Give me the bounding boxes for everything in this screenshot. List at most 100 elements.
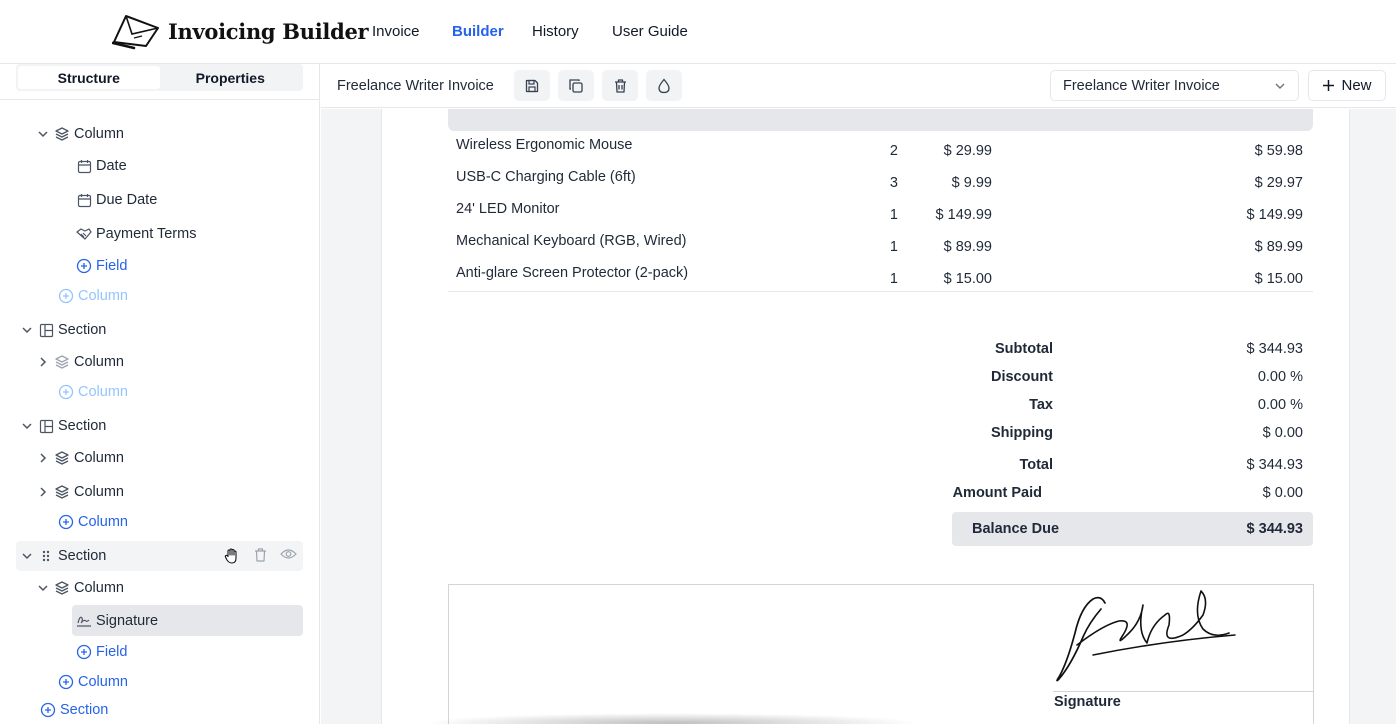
template-name: Freelance Writer Invoice — [337, 78, 494, 94]
tree-label: Signature — [96, 612, 159, 629]
table-row[interactable]: USB-C Charging Cable (6ft) 3 $ 9.99 $ 29… — [448, 164, 1313, 196]
nav-history[interactable]: History — [532, 23, 579, 40]
signature-section[interactable]: Signature — [448, 584, 1314, 724]
layers-icon — [54, 580, 70, 596]
add-label: Section — [60, 702, 109, 718]
invoice-canvas: Wireless Ergonomic Mouse 2 $ 29.99 $ 59.… — [321, 109, 1396, 724]
tree-column[interactable]: Column — [36, 574, 124, 602]
amount-paid-label: Amount Paid — [952, 485, 1042, 501]
tab-properties[interactable]: Properties — [160, 66, 302, 89]
chevron-right-icon[interactable] — [36, 485, 50, 499]
layers-icon — [54, 354, 70, 370]
table-row[interactable]: Anti-glare Screen Protector (2-pack) 1 $… — [448, 260, 1313, 292]
add-column-button[interactable]: Column — [58, 668, 128, 696]
chevron-down-icon[interactable] — [20, 419, 34, 433]
trash-icon[interactable] — [253, 547, 268, 569]
row-actions — [223, 547, 297, 569]
tree-column[interactable]: Column — [36, 120, 124, 148]
table-row[interactable]: Wireless Ergonomic Mouse 2 $ 29.99 $ 59.… — [448, 132, 1313, 164]
top-nav: Invoicing Builder Invoice Builder Histor… — [0, 0, 1396, 64]
tree-label: Due Date — [96, 192, 158, 208]
invoice-paper: Wireless Ergonomic Mouse 2 $ 29.99 $ 59.… — [381, 109, 1350, 724]
chevron-right-icon[interactable] — [36, 451, 50, 465]
signature-image — [1056, 590, 1236, 682]
chevron-down-icon[interactable] — [20, 323, 34, 337]
builder-toolbar: Freelance Writer Invoice Freelance Write… — [321, 64, 1396, 108]
copy-icon — [569, 78, 583, 93]
chevron-down-icon[interactable] — [36, 581, 50, 595]
tree-label: Date — [96, 158, 127, 174]
tree-field-payment-terms[interactable]: Payment Terms — [76, 220, 196, 248]
delete-button[interactable] — [602, 70, 638, 101]
chevron-right-icon[interactable] — [36, 355, 50, 369]
tree-label: Section — [58, 548, 107, 564]
template-select[interactable]: Freelance Writer Invoice — [1050, 70, 1299, 101]
item-description: Wireless Ergonomic Mouse — [456, 137, 633, 153]
nav-builder[interactable]: Builder — [452, 23, 504, 40]
signature-label: Signature — [1054, 694, 1121, 710]
app-logo[interactable]: Invoicing Builder — [112, 8, 369, 54]
chevron-down-icon[interactable] — [20, 549, 34, 563]
tree-column[interactable]: Column — [36, 444, 124, 472]
app-title: Invoicing Builder — [168, 18, 369, 44]
new-button-label: New — [1341, 77, 1372, 94]
plus-circle-icon — [76, 258, 92, 274]
balance-due-row: Balance Due $ 344.93 — [952, 512, 1313, 546]
panel-tabs: Structure Properties — [16, 64, 303, 91]
add-field-button[interactable]: Field — [76, 638, 127, 666]
tree-section[interactable]: Section — [20, 316, 106, 344]
add-section-button[interactable]: Section — [40, 696, 108, 724]
add-label: Field — [96, 258, 128, 274]
tree-label: Column — [74, 354, 124, 370]
new-button[interactable]: New — [1308, 70, 1386, 101]
add-field-button[interactable]: Field — [76, 252, 127, 280]
add-column-button[interactable]: Column — [58, 378, 128, 406]
tree-label: Section — [58, 322, 107, 338]
tree-label: Column — [74, 450, 124, 466]
item-rate: $ 89.99 — [943, 239, 992, 255]
eye-icon[interactable] — [280, 547, 297, 569]
tree-section-hovered[interactable]: Section — [16, 541, 303, 571]
balance-due-label: Balance Due — [972, 521, 1060, 537]
item-description: USB-C Charging Cable (6ft) — [456, 169, 636, 185]
nav-invoice[interactable]: Invoice — [372, 23, 420, 40]
nav-user-guide[interactable]: User Guide — [612, 23, 688, 40]
tree-field-due-date[interactable]: Due Date — [76, 186, 157, 214]
tree-column[interactable]: Column — [36, 478, 124, 506]
item-rate: $ 9.99 — [951, 175, 992, 191]
tree-section[interactable]: Section — [20, 412, 106, 440]
items-table-header — [448, 109, 1313, 131]
item-description: Anti-glare Screen Protector (2-pack) — [456, 265, 689, 281]
drag-handle-icon[interactable] — [38, 548, 54, 564]
item-amount: $ 149.99 — [1246, 207, 1303, 223]
item-rate: $ 149.99 — [935, 207, 992, 223]
tree-column[interactable]: Column — [36, 348, 124, 376]
tree-field-date[interactable]: Date — [76, 152, 127, 180]
calendar-icon — [76, 158, 92, 174]
layers-icon — [54, 126, 70, 142]
item-qty: 2 — [889, 143, 898, 159]
table-row[interactable]: 24' LED Monitor 1 $ 149.99 $ 149.99 — [448, 196, 1313, 228]
add-column-button[interactable]: Column — [58, 508, 128, 536]
total-label: Total — [1019, 457, 1053, 473]
duplicate-button[interactable] — [558, 70, 594, 101]
tree-label: Column — [74, 484, 124, 500]
tab-structure[interactable]: Structure — [18, 66, 160, 89]
save-button[interactable] — [514, 70, 550, 101]
chevron-down-icon[interactable] — [36, 127, 50, 141]
plus-circle-icon — [58, 288, 74, 304]
hand-cursor-icon[interactable] — [223, 547, 241, 569]
add-label: Column — [78, 384, 128, 400]
amount-paid-value: $ 0.00 — [1262, 485, 1303, 501]
balance-due-value: $ 344.93 — [1246, 521, 1303, 537]
theme-button[interactable] — [646, 70, 682, 101]
total-value: $ 344.93 — [1246, 457, 1303, 473]
tree-label: Column — [74, 126, 124, 142]
item-amount: $ 15.00 — [1254, 271, 1303, 287]
add-column-button[interactable]: Column — [58, 282, 128, 310]
plus-icon — [1323, 80, 1335, 91]
signature-icon — [76, 613, 92, 629]
table-row[interactable]: Mechanical Keyboard (RGB, Wired) 1 $ 89.… — [448, 228, 1313, 260]
structure-panel: Structure Properties Column Date Due Dat… — [0, 64, 320, 724]
tree-field-signature[interactable]: Signature — [72, 605, 303, 636]
